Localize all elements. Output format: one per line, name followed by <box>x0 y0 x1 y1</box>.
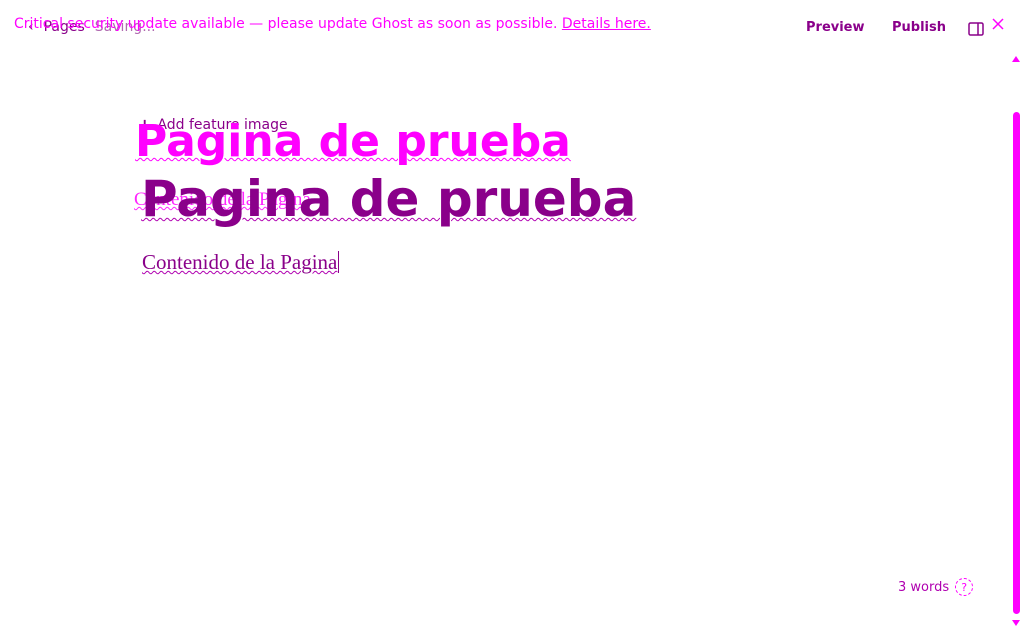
page-body-text: Contenido de la Pagina <box>142 250 338 274</box>
preview-button[interactable]: Preview <box>806 20 865 35</box>
sidebar-toggle-icon[interactable] <box>968 22 984 36</box>
security-update-banner: Critical security update available — ple… <box>14 16 651 32</box>
word-count: 3 words ? <box>898 578 974 596</box>
banner-text: Critical security update available — ple… <box>14 16 558 32</box>
banner-details-link[interactable]: Details here. <box>562 16 651 32</box>
close-icon[interactable] <box>990 16 1006 32</box>
publish-button[interactable]: Publish <box>892 20 946 35</box>
page-title-ghost: Pagina de prueba <box>135 116 571 167</box>
scrollbar-thumb[interactable] <box>1013 112 1020 614</box>
scroll-up-icon[interactable] <box>1012 56 1020 62</box>
scroll-down-icon[interactable] <box>1012 620 1020 626</box>
word-count-label: 3 words <box>898 579 950 595</box>
page-title-input[interactable]: Pagina de prueba <box>141 170 636 228</box>
page-body-editor[interactable]: Contenido de la Pagina <box>142 250 340 275</box>
text-caret <box>338 251 340 273</box>
help-icon[interactable]: ? <box>955 578 974 596</box>
